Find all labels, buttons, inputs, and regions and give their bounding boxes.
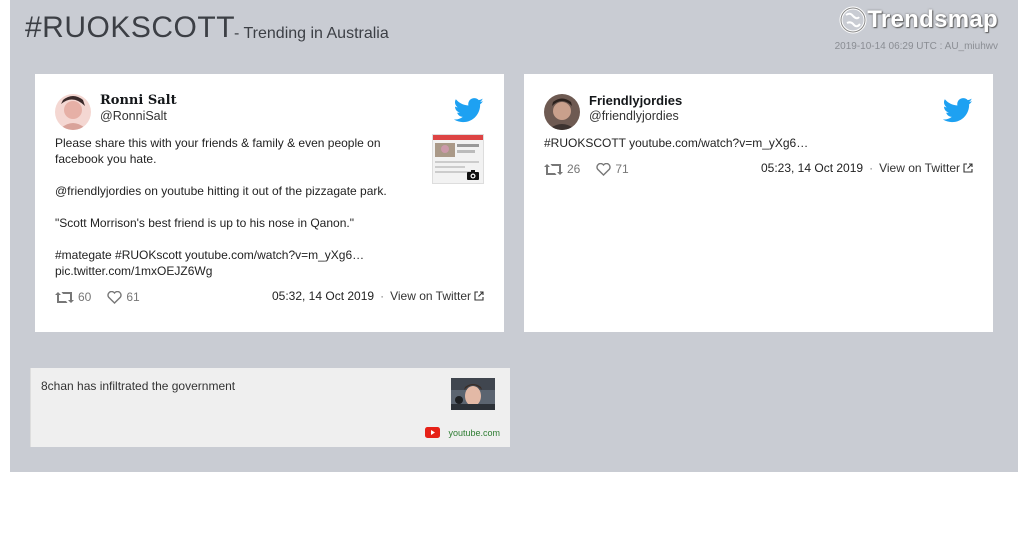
trendsmap-logo[interactable]: Trendsmap [839, 6, 998, 34]
timestamp-id: 2019-10-14 06:29 UTC : AU_miuhwv [834, 41, 998, 52]
view-on-twitter-link[interactable]: View on Twitter [390, 289, 484, 303]
video-thumbnail[interactable] [451, 378, 495, 410]
avatar[interactable] [55, 94, 91, 130]
hashtag-title[interactable]: #RUOKSCOTT [25, 11, 235, 45]
like-count[interactable]: 61 [107, 290, 140, 304]
heart-icon [596, 162, 612, 176]
video-card[interactable]: 8chan has infiltrated the government you… [30, 368, 510, 447]
retweet-count[interactable]: 26 [544, 162, 580, 176]
heart-icon [107, 290, 123, 304]
retweet-count[interactable]: 60 [55, 290, 91, 304]
tweet-card: Friendlyjordies @friendlyjordies #RUOKSC… [524, 74, 993, 332]
youtube-icon [425, 427, 441, 438]
trendsmap-logo-text: Trendsmap [867, 6, 998, 33]
tweet-media-thumbnail[interactable] [432, 134, 484, 184]
tweet-stats: 26 71 [544, 162, 629, 176]
tweet-paragraph: "Scott Morrison's best friend is up to h… [55, 216, 354, 230]
view-on-twitter-label: View on Twitter [390, 289, 471, 303]
retweet-number: 26 [567, 162, 581, 176]
twitter-bird-icon[interactable] [943, 98, 973, 123]
tweet-paragraph[interactable]: @friendlyjordies on youtube hitting it o… [55, 183, 395, 199]
external-link-icon [963, 163, 973, 173]
tweet-stats: 60 61 [55, 290, 140, 304]
author-handle[interactable]: @friendlyjordies [589, 109, 679, 123]
separator-dot: · [380, 289, 385, 303]
tweet-card: Ronni Salt @RonniSalt Please share this … [35, 74, 504, 332]
like-number: 61 [126, 290, 140, 304]
tweet-paragraph: Please share this with your friends & fa… [55, 136, 381, 166]
separator-dot: · [869, 161, 874, 175]
tweet-time[interactable]: 05:23, 14 Oct 2019 [761, 161, 863, 175]
tweet-time[interactable]: 05:32, 14 Oct 2019 [272, 289, 374, 303]
like-count[interactable]: 71 [596, 162, 629, 176]
tweet-meta: 05:23, 14 Oct 2019 · View on Twitter [761, 161, 973, 175]
retweet-icon [544, 163, 563, 175]
tweet-text: Please share this with your friends & fa… [55, 135, 395, 279]
like-number: 71 [615, 162, 629, 176]
tweet-text: #RUOKSCOTT youtube.com/watch?v=m_yXg6… [544, 135, 884, 151]
trend-panel: #RUOKSCOTT - Trending in Australia Trend… [10, 0, 1018, 472]
external-link-icon [474, 291, 484, 301]
tweet-meta: 05:32, 14 Oct 2019 · View on Twitter [272, 289, 484, 303]
avatar[interactable] [544, 94, 580, 130]
trending-location: - Trending in Australia [234, 25, 389, 42]
retweet-number: 60 [78, 290, 92, 304]
tweet-paragraph[interactable]: #mategate #RUOKscott youtube.com/watch?v… [55, 247, 375, 279]
trendsmap-globe-icon [839, 6, 867, 34]
tweet-paragraph[interactable]: #RUOKSCOTT youtube.com/watch?v=m_yXg6… [544, 135, 884, 151]
video-source[interactable]: youtube.com [425, 427, 500, 438]
video-title[interactable]: 8chan has infiltrated the government [41, 379, 235, 393]
author-name[interactable]: Ronni Salt [100, 93, 177, 108]
view-on-twitter-label: View on Twitter [879, 161, 960, 175]
author-name[interactable]: Friendlyjordies [589, 93, 682, 108]
camera-icon [467, 170, 479, 180]
view-on-twitter-link[interactable]: View on Twitter [879, 161, 973, 175]
author-handle[interactable]: @RonniSalt [100, 109, 167, 123]
video-source-label: youtube.com [448, 427, 500, 438]
retweet-icon [55, 291, 74, 303]
twitter-bird-icon[interactable] [454, 98, 484, 123]
